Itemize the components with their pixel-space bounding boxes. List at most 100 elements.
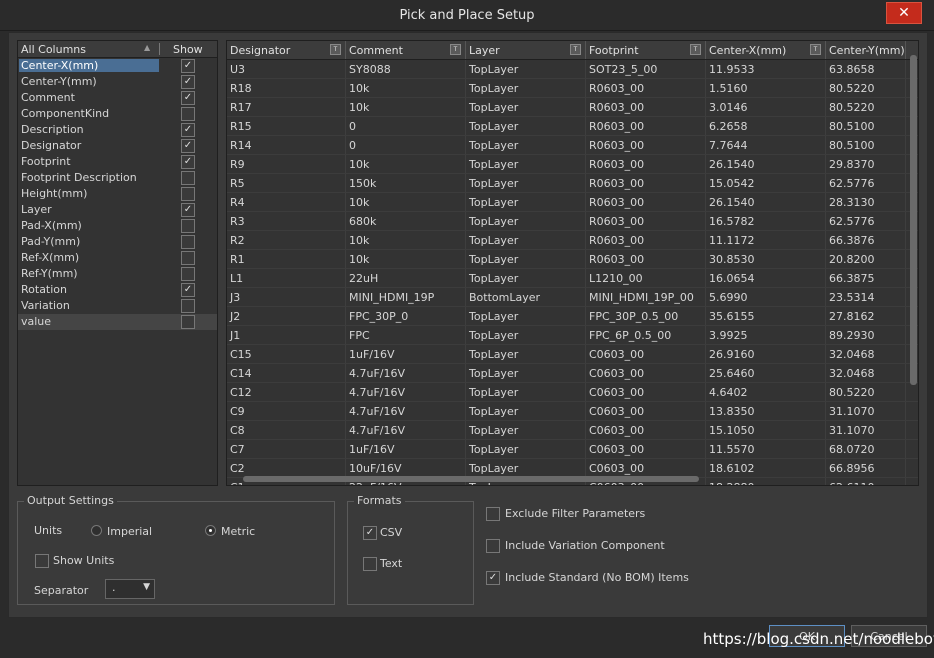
column-list-item[interactable]: value [18,314,217,330]
table-row[interactable]: U3 SY8088 TopLayer SOT23_5_00 11.9533 63.8658 [227,60,918,79]
metric-label[interactable]: Metric [221,525,255,538]
show-column-checkbox[interactable]: ✓ [181,283,195,297]
placement-grid[interactable]: Designator T Comment T Layer T Footprint T Cente… [226,40,919,486]
column-list-item[interactable]: ComponentKind [18,106,217,122]
vertical-scroll-thumb[interactable] [910,55,917,385]
show-header[interactable]: Show [173,43,203,56]
column-list-item[interactable]: Layer ✓ [18,202,217,218]
show-column-checkbox[interactable] [181,107,195,121]
show-column-checkbox[interactable] [181,235,195,249]
table-row[interactable]: C8 4.7uF/16V TopLayer C0603_00 15.1050 31.107… [227,421,918,440]
show-column-checkbox[interactable]: ✓ [181,59,195,73]
column-name: Ref-Y(mm) [21,267,78,280]
table-cell: FPC [346,326,466,344]
table-row[interactable]: C7 1uF/16V TopLayer C0603_00 11.5570 68.0720 [227,440,918,459]
show-column-checkbox[interactable] [181,187,195,201]
show-units-label[interactable]: Show Units [53,554,114,567]
column-list-item[interactable]: Variation [18,298,217,314]
column-list-item[interactable]: Description ✓ [18,122,217,138]
show-column-checkbox[interactable]: ✓ [181,139,195,153]
column-list-item[interactable]: Ref-Y(mm) [18,266,217,282]
table-row[interactable]: J2 FPC_30P_0 TopLayer FPC_30P_0.5_00 35.6155… [227,307,918,326]
column-list-item[interactable]: Center-Y(mm) ✓ [18,74,217,90]
table-row[interactable]: J1 FPC TopLayer FPC_6P_0.5_00 3.9925 89.2930 [227,326,918,345]
text-checkbox[interactable] [363,557,377,571]
column-list-item[interactable]: Rotation ✓ [18,282,217,298]
all-columns-header[interactable]: All Columns [21,43,86,56]
grid-column-header[interactable]: Center-Y(mm) [826,41,906,59]
csv-checkbox[interactable]: ✓ [363,526,377,540]
table-row[interactable]: R1 10k TopLayer R0603_00 30.8530 20.8200 [227,250,918,269]
table-row[interactable]: R2 10k TopLayer R0603_00 11.1172 66.3876 [227,231,918,250]
text-label[interactable]: Text [380,557,402,570]
close-button[interactable]: ✕ [886,2,922,24]
table-row[interactable]: L1 22uH TopLayer L1210_00 16.0654 66.3875 [227,269,918,288]
include-standard-label[interactable]: Include Standard (No BOM) Items [505,571,689,584]
show-column-checkbox[interactable]: ✓ [181,203,195,217]
column-list-item[interactable]: Ref-X(mm) [18,250,217,266]
filter-icon[interactable]: T [450,44,461,55]
include-variation-checkbox[interactable] [486,539,500,553]
imperial-label[interactable]: Imperial [107,525,152,538]
grid-column-header[interactable]: Footprint T [586,41,706,59]
metric-radio[interactable] [205,525,216,536]
table-row[interactable]: C14 4.7uF/16V TopLayer C0603_00 25.6460 32.04… [227,364,918,383]
table-cell: 80.5220 [826,79,906,97]
vertical-scrollbar[interactable] [910,51,917,471]
include-standard-checkbox[interactable]: ✓ [486,571,500,585]
show-column-checkbox[interactable]: ✓ [181,91,195,105]
show-column-checkbox[interactable] [181,171,195,185]
grid-column-header[interactable]: Layer T [466,41,586,59]
filter-icon[interactable]: T [570,44,581,55]
column-list-item[interactable]: Comment ✓ [18,90,217,106]
table-cell: 27.8162 [826,307,906,325]
column-list-item[interactable]: Designator ✓ [18,138,217,154]
show-column-checkbox[interactable] [181,315,195,329]
imperial-radio[interactable] [91,525,102,536]
table-row[interactable]: R3 680k TopLayer R0603_00 16.5782 62.5776 [227,212,918,231]
table-row[interactable]: R15 0 TopLayer R0603_00 6.2658 80.5100 [227,117,918,136]
sort-up-icon[interactable]: ▲ [144,43,150,52]
filter-icon[interactable]: T [330,44,341,55]
show-column-checkbox[interactable]: ✓ [181,75,195,89]
table-row[interactable]: R14 0 TopLayer R0603_00 7.7644 80.5100 [227,136,918,155]
grid-column-header-label: Comment [349,44,403,57]
column-list-item[interactable]: Center-X(mm) ✓ [18,58,217,74]
table-row[interactable]: R18 10k TopLayer R0603_00 1.5160 80.5220 [227,79,918,98]
table-row[interactable]: C9 4.7uF/16V TopLayer C0603_00 13.8350 31.107… [227,402,918,421]
show-column-checkbox[interactable] [181,219,195,233]
filter-icon[interactable]: T [690,44,701,55]
table-row[interactable]: R4 10k TopLayer R0603_00 26.1540 28.3130 [227,193,918,212]
column-list-item[interactable]: Pad-X(mm) [18,218,217,234]
show-column-checkbox[interactable] [181,299,195,313]
column-list[interactable]: All Columns ▲ Show Center-X(mm) ✓ Center-Y… [17,40,218,486]
exclude-filter-label[interactable]: Exclude Filter Parameters [505,507,645,520]
table-cell: 4.7uF/16V [346,383,466,401]
grid-column-header[interactable]: Comment T [346,41,466,59]
table-row[interactable]: R5 150k TopLayer R0603_00 15.0542 62.5776 [227,174,918,193]
horizontal-scroll-thumb[interactable] [243,476,699,482]
separator-select[interactable]: . ▼ [105,579,155,599]
column-list-item[interactable]: Pad-Y(mm) [18,234,217,250]
table-row[interactable]: R9 10k TopLayer R0603_00 26.1540 29.8370 [227,155,918,174]
column-list-item[interactable]: Footprint Description [18,170,217,186]
csv-label[interactable]: CSV [380,526,402,539]
table-row[interactable]: C15 1uF/16V TopLayer C0603_00 26.9160 32.0468 [227,345,918,364]
grid-column-header[interactable]: Designator T [227,41,346,59]
table-cell: 10k [346,155,466,173]
column-list-item[interactable]: Footprint ✓ [18,154,217,170]
include-variation-label[interactable]: Include Variation Component [505,539,665,552]
column-name: Ref-X(mm) [21,251,80,264]
grid-column-header[interactable]: Center-X(mm) T [706,41,826,59]
table-row[interactable]: J3 MINI_HDMI_19P BottomLayer MINI_HDMI_19P_… [227,288,918,307]
show-column-checkbox[interactable]: ✓ [181,155,195,169]
show-column-checkbox[interactable] [181,251,195,265]
column-list-item[interactable]: Height(mm) [18,186,217,202]
show-column-checkbox[interactable] [181,267,195,281]
filter-icon[interactable]: T [810,44,821,55]
show-units-checkbox[interactable] [35,554,49,568]
show-column-checkbox[interactable]: ✓ [181,123,195,137]
exclude-filter-checkbox[interactable] [486,507,500,521]
table-row[interactable]: R17 10k TopLayer R0603_00 3.0146 80.5220 [227,98,918,117]
table-row[interactable]: C12 4.7uF/16V TopLayer C0603_00 4.6402 80.522… [227,383,918,402]
